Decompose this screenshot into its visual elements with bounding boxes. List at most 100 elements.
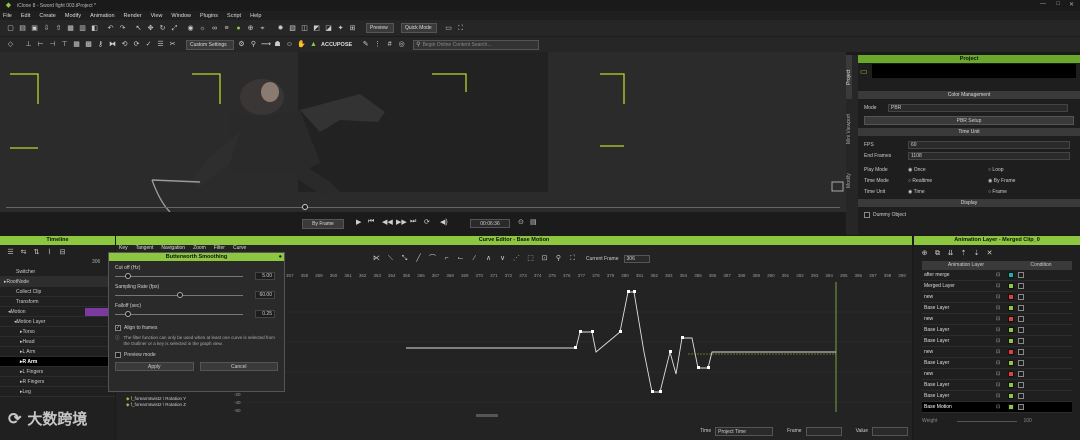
layer-condition-checkbox[interactable] (1018, 371, 1024, 377)
layer-condition-checkbox[interactable] (1018, 316, 1024, 322)
check-icon[interactable]: ✓ (144, 40, 153, 49)
curve-menu-filter[interactable]: Filter (214, 245, 225, 252)
curve-menu-curve[interactable]: Curve (233, 245, 246, 252)
shadow-icon[interactable]: ◩ (312, 24, 321, 33)
weight-value[interactable]: 100 (1023, 418, 1031, 424)
reset-icon[interactable]: ⟲ (120, 40, 129, 49)
tl-row-motion-layer[interactable]: ◂ Motion Layer (0, 317, 115, 327)
lock-icon[interactable]: ⊡ (996, 393, 1008, 399)
menu-window[interactable]: Window (171, 13, 191, 19)
anim-layer-row[interactable]: Merged Layer ⊡ (922, 281, 1072, 292)
select-icon[interactable]: ↖ (134, 24, 143, 33)
pen-icon[interactable]: ✎ (361, 40, 370, 49)
list-icon[interactable]: ☰ (156, 40, 165, 49)
timecode-display[interactable]: 00:06:36 (470, 219, 510, 228)
open-icon[interactable]: ▤ (18, 24, 27, 33)
timeline-toggle-icon[interactable]: ▤ (530, 218, 537, 226)
sync-icon[interactable]: ⊙ (518, 218, 524, 226)
end-frame-input[interactable]: 1108 (908, 151, 1070, 160)
loop-icon[interactable]: ⟳ (424, 218, 430, 226)
preview-mode-checkbox[interactable] (115, 352, 121, 358)
tab-project[interactable]: Project (846, 55, 852, 99)
face-icon[interactable]: ☺ (285, 40, 294, 49)
undo-icon[interactable]: ↶ (106, 24, 115, 33)
mocap-icon[interactable]: ☗ (273, 40, 282, 49)
tl-row-l-fingers[interactable]: ▸ L Fingers (0, 367, 115, 377)
layer-condition-checkbox[interactable] (1018, 349, 1024, 355)
curve-tool-10-icon[interactable]: ∨ (498, 254, 507, 263)
ao-icon[interactable]: ◪ (324, 24, 333, 33)
sampling-value[interactable]: 60.00 (255, 291, 275, 299)
anim-layer-row[interactable]: Base Layer ⊡ (922, 380, 1072, 391)
tl-row-r-arm[interactable]: ▸ R Arm (0, 357, 115, 367)
cutoff-slider[interactable] (115, 272, 243, 279)
lock-icon[interactable]: ⊡ (996, 382, 1008, 388)
mirror-icon[interactable]: ⧓ (108, 40, 117, 49)
color-management-header[interactable]: Color Management (858, 91, 1080, 99)
wire-icon[interactable]: ◫ (300, 24, 309, 33)
layer-delete-icon[interactable]: ✕ (985, 249, 994, 258)
sun-icon[interactable]: ✹ (276, 24, 285, 33)
import-icon[interactable]: ⇩ (42, 24, 51, 33)
new-project-icon[interactable]: ▢ (6, 24, 15, 33)
constraint-icon[interactable]: ⊤ (60, 40, 69, 49)
menu-create[interactable]: Create (39, 13, 56, 19)
falloff-value[interactable]: 0.25 (255, 310, 275, 318)
lock-icon[interactable]: ⊡ (996, 338, 1008, 344)
accupose-icon[interactable]: ▲ (309, 40, 318, 49)
tab-modify[interactable]: Modify (846, 159, 852, 203)
light-icon[interactable]: ☼ (198, 24, 207, 33)
accupose-label[interactable]: ACCUPOSE (321, 42, 352, 48)
lock-icon[interactable]: ⊡ (996, 316, 1008, 322)
visibility-icon[interactable]: ● (234, 24, 243, 33)
next-frame-icon[interactable]: ▶▶ (396, 218, 407, 226)
layer-condition-checkbox[interactable] (1018, 294, 1024, 300)
curve-tool-8-icon[interactable]: ∕ (470, 254, 479, 263)
motion-icon[interactable]: ⟿ (261, 40, 271, 49)
maximize-button[interactable]: □ (1056, 1, 1060, 7)
curve-tool-11-icon[interactable]: ⋰ (512, 254, 521, 263)
settings-icon[interactable]: ⚙ (237, 40, 246, 49)
radio-by-frame[interactable]: ◉ By Frame (988, 178, 1015, 184)
key-icon[interactable]: ⚷ (96, 40, 105, 49)
pose-icon[interactable]: ⊣ (48, 40, 57, 49)
curve-tool-1-icon[interactable]: ⋉ (372, 254, 381, 263)
lock-icon[interactable]: ⊡ (996, 294, 1008, 300)
lock-icon[interactable]: ⊡ (996, 305, 1008, 311)
lock-icon[interactable]: ⊡ (996, 360, 1008, 366)
tl-key-icon[interactable]: ⇆ (19, 248, 28, 257)
layer-condition-checkbox[interactable] (1018, 283, 1024, 289)
curve-menu-zoom[interactable]: Zoom (193, 245, 206, 252)
radio-realtime[interactable]: ○ Realtime (908, 178, 988, 184)
apply-button[interactable]: Apply (115, 362, 194, 371)
snap-icon[interactable]: ⌖ (258, 24, 267, 33)
curve-fit-icon[interactable]: ⛶ (568, 254, 577, 263)
walk-icon[interactable]: ⚲ (249, 40, 258, 49)
layer-merge-icon[interactable]: ⇊ (946, 249, 955, 258)
layer-condition-checkbox[interactable] (1018, 327, 1024, 333)
radio-frame[interactable]: ○ Frame (988, 189, 1007, 195)
close-button[interactable]: ✕ (1069, 1, 1074, 8)
anim-layer-row[interactable]: new ⊡ (922, 314, 1072, 325)
menu-animation[interactable]: Animation (90, 13, 114, 19)
tl-row-head[interactable]: ▸ Head (0, 337, 115, 347)
curve-zoom-icon[interactable]: ⚲ (554, 254, 563, 263)
curve-tool-2-icon[interactable]: ⟍ (386, 254, 395, 263)
lock-icon[interactable]: ⊡ (996, 272, 1008, 278)
curve-graph[interactable] (236, 282, 912, 412)
menu-render[interactable]: Render (124, 13, 142, 19)
grid-icon[interactable]: ▦ (66, 24, 75, 33)
gizmo-icon[interactable]: ◇ (6, 40, 15, 49)
fps-select[interactable]: 60 (908, 140, 1070, 149)
pbr-setup-button[interactable]: PBR Setup (864, 116, 1074, 125)
curve-tool-12-icon[interactable]: ⬚ (526, 254, 535, 263)
anim-layer-row[interactable]: Base Layer ⊡ (922, 336, 1072, 347)
frame-input[interactable] (805, 426, 842, 436)
lock-icon[interactable]: ⊡ (996, 404, 1008, 410)
curve-tool-13-icon[interactable]: ⊡ (540, 254, 549, 263)
folder-icon[interactable]: ▭ (860, 67, 868, 76)
menu-help[interactable]: Help (250, 13, 261, 19)
minimize-button[interactable]: — (1040, 1, 1046, 7)
viewport-timeline-bar[interactable] (0, 204, 846, 210)
layer-dup-icon[interactable]: ⧉ (933, 249, 942, 258)
